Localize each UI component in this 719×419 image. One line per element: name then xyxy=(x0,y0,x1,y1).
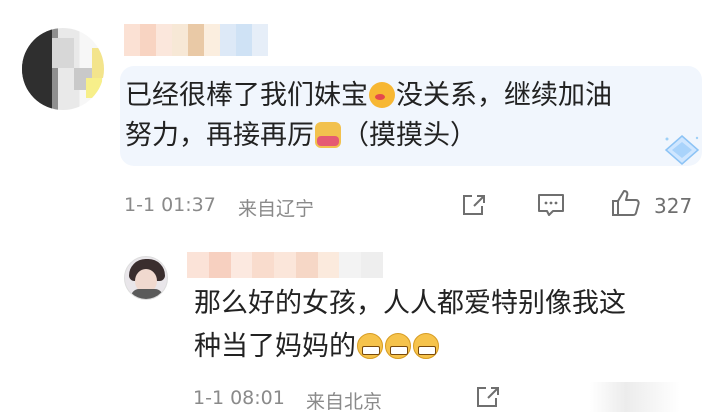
avatar-shoulders xyxy=(131,289,163,299)
cropped-toolbar-fade xyxy=(590,382,680,412)
avatar-blur-block xyxy=(52,38,74,68)
grinning-face-emoji xyxy=(357,333,383,359)
reply-text: 种当了妈妈的 xyxy=(194,331,356,362)
comment-text: 已经很棒了我们妹宝 xyxy=(125,80,368,111)
kiss-face-emoji xyxy=(369,82,395,108)
share-icon[interactable] xyxy=(474,384,502,410)
avatar-blur-block xyxy=(86,78,102,98)
share-icon[interactable] xyxy=(460,192,488,218)
reply-text-line-2: 种当了妈妈的 xyxy=(194,326,440,368)
comment-time: 1-1 01:37 xyxy=(124,194,216,216)
commenter-name-blurred[interactable] xyxy=(124,24,284,56)
avatar-blur-block xyxy=(92,48,104,78)
diamond-badge-icon xyxy=(664,135,700,165)
grinning-face-emoji xyxy=(385,333,411,359)
comment-text: 努力，再接再厉 xyxy=(125,120,314,151)
replier-name-blurred[interactable] xyxy=(187,252,384,278)
reply-time: 1-1 08:01 xyxy=(193,387,285,409)
comment-text-line-2: 努力，再接再厉 （摸摸头） xyxy=(125,115,477,157)
avatar-blur-block xyxy=(22,28,52,110)
grinning-face-emoji xyxy=(413,333,439,359)
comment-text: （摸摸头） xyxy=(342,120,477,151)
like-count: 327 xyxy=(654,194,693,218)
reply-text-line-1: 那么好的女孩，人人都爱特别像我这 xyxy=(194,288,626,319)
like-icon[interactable] xyxy=(610,188,642,218)
comment-location: 来自辽宁 xyxy=(238,198,315,220)
commenter-avatar[interactable] xyxy=(22,28,104,110)
comment-icon[interactable] xyxy=(536,192,566,218)
replier-avatar[interactable] xyxy=(124,256,168,300)
comment-text-line-1: 已经很棒了我们妹宝 没关系，继续加油 xyxy=(125,75,612,117)
comment-text: 没关系，继续加油 xyxy=(396,80,612,111)
reply-location: 来自北京 xyxy=(306,391,383,413)
pat-head-emoji xyxy=(315,122,341,148)
